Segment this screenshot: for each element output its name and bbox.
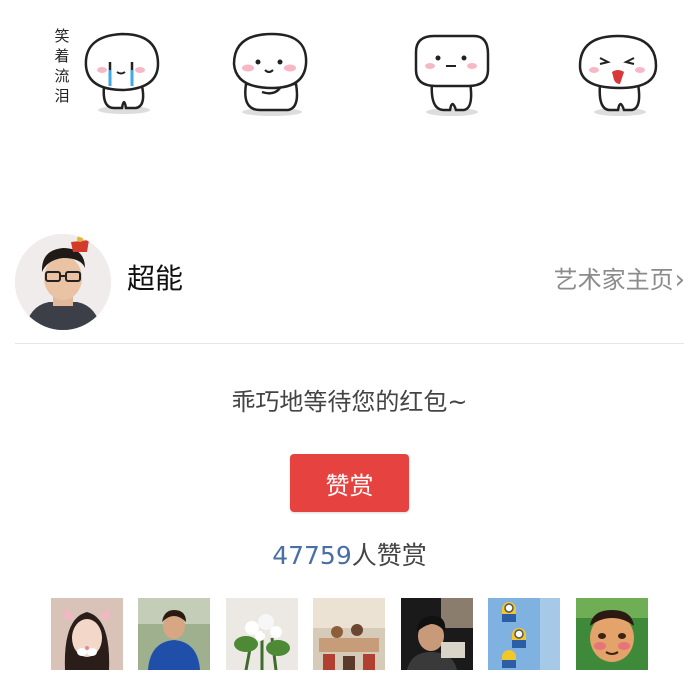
sticker-caption: 笑 着 流 泪	[52, 26, 72, 106]
flowers-avatar[interactable]	[226, 598, 298, 670]
woman-blue-shirt-avatar[interactable]	[138, 598, 210, 670]
reward-count-suffix: 人赞赏	[351, 541, 427, 570]
caption-char: 流	[54, 67, 70, 85]
caption-char: 着	[54, 47, 70, 65]
homepage-label: 艺术家主页	[553, 266, 674, 294]
crying-bun-sticker	[74, 26, 174, 118]
sticker-row: 笑 着 流 泪	[0, 0, 699, 125]
reward-count-number: 47759	[272, 541, 352, 570]
tongue-bun-sticker	[570, 26, 670, 118]
reward-button[interactable]: 赞赏	[290, 454, 409, 512]
family-room-avatar[interactable]	[313, 598, 385, 670]
reward-count: 47759人赞赏	[0, 539, 699, 573]
artist-name[interactable]: 超能	[127, 261, 183, 297]
caption-char: 泪	[54, 87, 70, 105]
smiling-bun-sticker	[404, 26, 504, 118]
rewarder-avatar-row	[0, 598, 699, 670]
divider	[15, 343, 684, 344]
reward-message: 乖巧地等待您的红包~	[231, 388, 468, 416]
chevron-right-icon: ›	[674, 265, 685, 295]
artist-homepage-link[interactable]: 艺术家主页 ›	[554, 264, 685, 296]
artist-avatar[interactable]	[15, 234, 111, 330]
funny-face-avatar[interactable]	[576, 598, 648, 670]
minions-avatar[interactable]	[488, 598, 560, 670]
caption-char: 笑	[54, 27, 70, 45]
shy-bun-sticker	[222, 26, 322, 118]
man-reading-avatar[interactable]	[401, 598, 473, 670]
girl-cat-filter-avatar[interactable]	[51, 598, 123, 670]
